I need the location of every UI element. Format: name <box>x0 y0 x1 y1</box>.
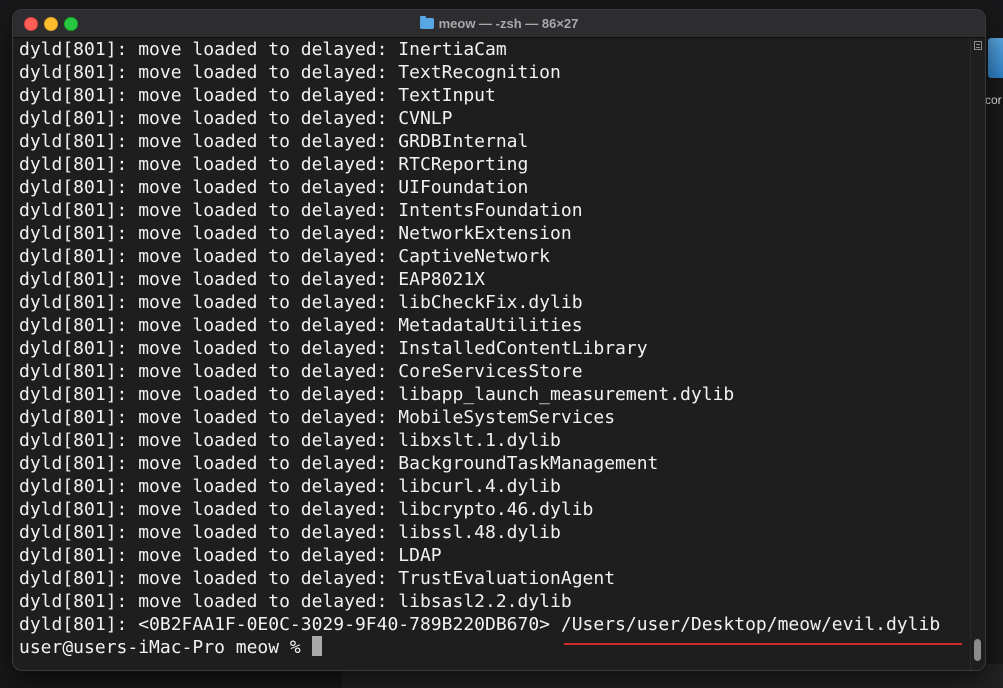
terminal-line: dyld[801]: move loaded to delayed: TextR… <box>19 61 967 84</box>
library-name: CoreServicesStore <box>398 361 583 382</box>
library-name: InertiaCam <box>398 39 507 60</box>
library-name: IntentsFoundation <box>398 200 583 221</box>
library-name: TextInput <box>398 85 496 106</box>
log-prefix: dyld[801]: move loaded to delayed: <box>19 108 399 129</box>
prompt-line[interactable]: user@users-iMac-Pro meow % <box>19 636 967 659</box>
terminal-line: dyld[801]: move loaded to delayed: Inert… <box>19 38 967 61</box>
log-prefix: dyld[801]: move loaded to delayed: <box>19 568 399 589</box>
terminal-line: dyld[801]: move loaded to delayed: libss… <box>19 521 967 544</box>
folder-icon <box>419 16 434 29</box>
uuid-prefix: dyld[801]: <0B2FAA1F-0E0C-3029-9F40-789B… <box>19 614 561 635</box>
log-prefix: dyld[801]: move loaded to delayed: <box>19 246 399 267</box>
library-name: EAP8021X <box>398 269 485 290</box>
log-prefix: dyld[801]: move loaded to delayed: <box>19 591 399 612</box>
terminal-line: dyld[801]: move loaded to delayed: libsa… <box>19 590 967 613</box>
log-prefix: dyld[801]: move loaded to delayed: <box>19 315 399 336</box>
library-name: RTCReporting <box>398 154 529 175</box>
scrollbar-thumb[interactable] <box>974 639 981 661</box>
log-prefix: dyld[801]: move loaded to delayed: <box>19 200 399 221</box>
log-prefix: dyld[801]: move loaded to delayed: <box>19 545 399 566</box>
library-name: UIFoundation <box>398 177 529 198</box>
log-prefix: dyld[801]: move loaded to delayed: <box>19 39 399 60</box>
library-name: GRDBInternal <box>398 131 529 152</box>
terminal-window: meow — -zsh — 86×27 dyld[801]: move load… <box>12 9 986 671</box>
vertical-scrollbar[interactable] <box>970 38 985 670</box>
library-name: LDAP <box>398 545 442 566</box>
terminal-line: dyld[801]: move loaded to delayed: libxs… <box>19 429 967 452</box>
library-name: NetworkExtension <box>398 223 572 244</box>
log-prefix: dyld[801]: move loaded to delayed: <box>19 292 399 313</box>
window-title: meow — -zsh — 86×27 <box>438 16 579 31</box>
log-prefix: dyld[801]: move loaded to delayed: <box>19 522 399 543</box>
terminal-line: dyld[801]: move loaded to delayed: UIFou… <box>19 176 967 199</box>
terminal-line: dyld[801]: move loaded to delayed: Metad… <box>19 314 967 337</box>
library-name: libcurl.4.dylib <box>398 476 561 497</box>
terminal-output[interactable]: dyld[801]: move loaded to delayed: Inert… <box>19 38 967 668</box>
log-prefix: dyld[801]: move loaded to delayed: <box>19 223 399 244</box>
library-name: MetadataUtilities <box>398 315 583 336</box>
terminal-line: dyld[801]: move loaded to delayed: libap… <box>19 383 967 406</box>
terminal-line: dyld[801]: move loaded to delayed: CoreS… <box>19 360 967 383</box>
log-prefix: dyld[801]: move loaded to delayed: <box>19 384 399 405</box>
terminal-line: dyld[801]: move loaded to delayed: Insta… <box>19 337 967 360</box>
terminal-line: dyld[801]: move loaded to delayed: libCh… <box>19 291 967 314</box>
log-prefix: dyld[801]: move loaded to delayed: <box>19 338 399 359</box>
terminal-line: dyld[801]: move loaded to delayed: libcu… <box>19 475 967 498</box>
terminal-line: dyld[801]: move loaded to delayed: Backg… <box>19 452 967 475</box>
shell-prompt: user@users-iMac-Pro meow % <box>19 637 312 658</box>
library-name: InstalledContentLibrary <box>398 338 648 359</box>
log-prefix: dyld[801]: move loaded to delayed: <box>19 269 399 290</box>
library-name: libapp_launch_measurement.dylib <box>398 384 735 405</box>
library-name: CaptiveNetwork <box>398 246 551 267</box>
log-prefix: dyld[801]: move loaded to delayed: <box>19 407 399 428</box>
log-prefix: dyld[801]: move loaded to delayed: <box>19 85 399 106</box>
library-name: libcrypto.46.dylib <box>398 499 594 520</box>
highlighted-dylib-path: /Users/user/Desktop/meow/evil.dylib <box>560 614 941 635</box>
title-bar[interactable]: meow — -zsh — 86×27 <box>13 10 985 38</box>
terminal-line: dyld[801]: move loaded to delayed: CVNLP <box>19 107 967 130</box>
terminal-line: dyld[801]: move loaded to delayed: Inten… <box>19 199 967 222</box>
red-underline-annotation <box>564 643 962 645</box>
library-name: libCheckFix.dylib <box>398 292 583 313</box>
terminal-line: dyld[801]: move loaded to delayed: Netwo… <box>19 222 967 245</box>
log-prefix: dyld[801]: move loaded to delayed: <box>19 361 399 382</box>
library-name: libssl.48.dylib <box>398 522 561 543</box>
window-title-group: meow — -zsh — 86×27 <box>13 10 985 37</box>
desktop-item-label[interactable]: cor <box>985 93 1002 107</box>
terminal-line: dyld[801]: move loaded to delayed: TextI… <box>19 84 967 107</box>
library-name: libxslt.1.dylib <box>398 430 561 451</box>
desktop-folder-icon[interactable] <box>988 38 1003 78</box>
log-prefix: dyld[801]: move loaded to delayed: <box>19 154 399 175</box>
log-prefix: dyld[801]: move loaded to delayed: <box>19 131 399 152</box>
library-name: CVNLP <box>398 108 453 129</box>
library-name: TrustEvaluationAgent <box>398 568 616 589</box>
scrollbar-menu-icon[interactable] <box>974 41 982 50</box>
terminal-line: dyld[801]: move loaded to delayed: GRDBI… <box>19 130 967 153</box>
log-prefix: dyld[801]: move loaded to delayed: <box>19 62 399 83</box>
terminal-line: dyld[801]: move loaded to delayed: EAP80… <box>19 268 967 291</box>
log-prefix: dyld[801]: move loaded to delayed: <box>19 177 399 198</box>
log-prefix: dyld[801]: move loaded to delayed: <box>19 453 399 474</box>
terminal-line: dyld[801]: move loaded to delayed: Capti… <box>19 245 967 268</box>
log-prefix: dyld[801]: move loaded to delayed: <box>19 476 399 497</box>
terminal-line: dyld[801]: move loaded to delayed: Trust… <box>19 567 967 590</box>
library-name: BackgroundTaskManagement <box>398 453 659 474</box>
desktop: cor meow — -zsh — 86×27 dyld[801]: move … <box>0 0 1003 688</box>
terminal-line-uuid: dyld[801]: <0B2FAA1F-0E0C-3029-9F40-789B… <box>19 613 967 636</box>
library-name: libsasl2.2.dylib <box>398 591 572 612</box>
library-name: TextRecognition <box>398 62 561 83</box>
terminal-line: dyld[801]: move loaded to delayed: RTCRe… <box>19 153 967 176</box>
log-prefix: dyld[801]: move loaded to delayed: <box>19 499 399 520</box>
terminal-line: dyld[801]: move loaded to delayed: LDAP <box>19 544 967 567</box>
text-cursor <box>311 636 322 656</box>
library-name: MobileSystemServices <box>398 407 616 428</box>
terminal-line: dyld[801]: move loaded to delayed: Mobil… <box>19 406 967 429</box>
terminal-line: dyld[801]: move loaded to delayed: libcr… <box>19 498 967 521</box>
log-prefix: dyld[801]: move loaded to delayed: <box>19 430 399 451</box>
